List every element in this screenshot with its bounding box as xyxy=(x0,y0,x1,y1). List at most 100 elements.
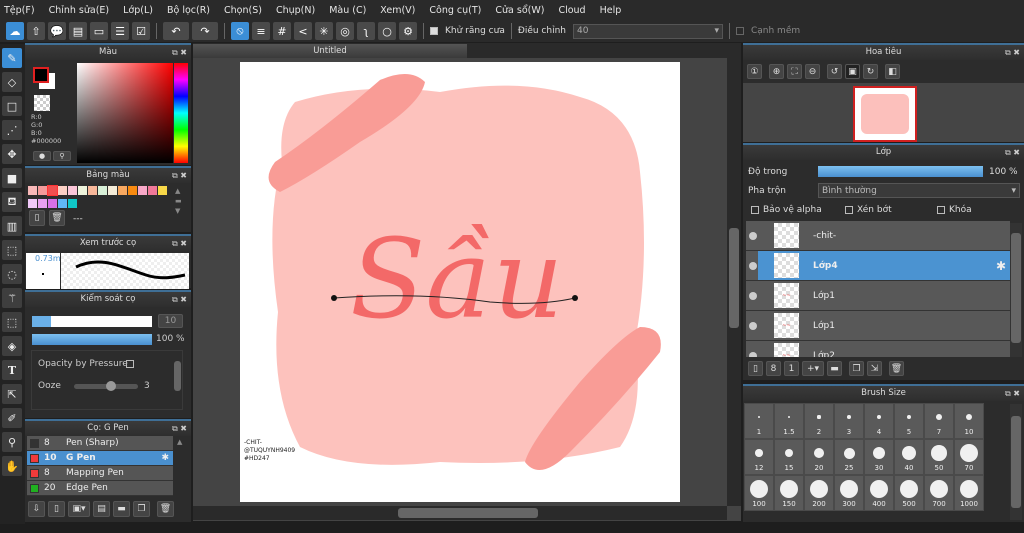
blend-mode-select[interactable]: Bình thường ▾ xyxy=(818,183,1020,198)
gear-icon[interactable]: ✱ xyxy=(996,259,1006,273)
visibility-icon[interactable] xyxy=(749,231,757,240)
menu-item[interactable]: Cloud xyxy=(558,5,585,16)
ooze-slider[interactable] xyxy=(74,381,138,391)
brush-item[interactable]: 10 G Pen ✱ xyxy=(27,451,173,466)
ooze-handle[interactable] xyxy=(106,381,116,391)
palette-swatch[interactable] xyxy=(48,199,57,208)
actual-size-icon[interactable]: ① xyxy=(747,64,762,79)
fill-rect-tool-icon[interactable]: ■ xyxy=(2,168,22,188)
soft-edge-checkbox[interactable] xyxy=(735,27,744,35)
float-close-icon[interactable]: ⧉ ✖ xyxy=(172,45,187,60)
brush-size-option[interactable]: 5 xyxy=(894,403,924,439)
ellipse-snap-icon[interactable]: ○ xyxy=(378,22,396,40)
horizontal-scrollbar[interactable] xyxy=(193,506,727,520)
shape-tool-icon[interactable]: □ xyxy=(2,96,22,116)
undo-icon[interactable]: ↶ xyxy=(163,22,189,40)
menu-item[interactable]: Xem(V) xyxy=(380,5,415,16)
brush-size-option[interactable]: 300 xyxy=(834,475,864,511)
palette-swatch[interactable] xyxy=(108,186,117,195)
opacity-by-pressure-checkbox[interactable] xyxy=(126,360,134,368)
gear-icon[interactable]: ✱ xyxy=(161,453,169,463)
layer-opacity-slider[interactable] xyxy=(818,166,983,177)
brush-size-option[interactable]: 500 xyxy=(894,475,924,511)
correction-select[interactable]: 40 ▾ xyxy=(572,23,723,39)
new-8bit-layer-icon[interactable]: 8 xyxy=(766,361,781,376)
layer-item[interactable]: -chit- xyxy=(746,221,1010,251)
duplicate-layer-icon[interactable]: ❐ xyxy=(849,361,864,376)
clipping-checkbox[interactable] xyxy=(845,205,853,214)
palette-swatch[interactable] xyxy=(38,186,47,195)
palette-swatch[interactable] xyxy=(148,186,157,195)
brush-size-option[interactable]: 1 xyxy=(744,403,774,439)
brush-size-option[interactable]: 1.5 xyxy=(774,403,804,439)
tab-untitled[interactable]: Untitled xyxy=(193,44,467,58)
brush-size-option[interactable]: 400 xyxy=(864,475,894,511)
eraser-tool-icon[interactable]: ◇ xyxy=(2,72,22,92)
float-close-icon[interactable]: ⧉ ✖ xyxy=(172,236,187,251)
delete-layer-icon[interactable]: 🗑 xyxy=(889,361,904,376)
list-icon[interactable]: ☰ xyxy=(111,22,129,40)
layer-scrollbar[interactable] xyxy=(1010,223,1022,357)
reset-rotation-icon[interactable]: ▣ xyxy=(845,64,860,79)
rotate-right-icon[interactable]: ↻ xyxy=(863,64,878,79)
layer-item[interactable]: ~~ Lớp1 xyxy=(746,311,1010,341)
brush-size-option[interactable]: 100 xyxy=(744,475,774,511)
palette-swatch[interactable] xyxy=(28,199,37,208)
brush-size-option[interactable]: 700 xyxy=(924,475,954,511)
layer-item[interactable]: ~~ Lớp2 xyxy=(746,341,1010,357)
add-layer-menu-icon[interactable]: +▾ xyxy=(802,361,824,376)
brush-size-option[interactable]: 25 xyxy=(834,439,864,475)
brush-tool-icon[interactable]: ✎ xyxy=(2,48,22,68)
brush-list-scrollbar[interactable]: ▲ xyxy=(177,438,187,498)
hand-tool-icon[interactable]: ✋ xyxy=(2,456,22,476)
palette-swatch[interactable] xyxy=(68,199,77,208)
brush-size-option[interactable]: 3 xyxy=(834,403,864,439)
layer-item[interactable]: Lớp4 ✱ xyxy=(746,251,1010,281)
brush-size-option[interactable]: 20 xyxy=(804,439,834,475)
brush-size-option[interactable]: 12 xyxy=(744,439,774,475)
foreground-color[interactable] xyxy=(33,67,49,83)
layer-item[interactable]: ~~ Lớp1 xyxy=(746,281,1010,311)
perspective-snap-icon[interactable]: < xyxy=(294,22,312,40)
brush-item[interactable]: 8 Mapping Pen xyxy=(27,466,173,481)
visibility-icon[interactable] xyxy=(749,291,757,300)
move-tool-icon[interactable]: ✥ xyxy=(2,144,22,164)
new-palette-icon[interactable]: ▯ xyxy=(29,210,45,226)
vertical-scrollbar[interactable] xyxy=(727,58,741,506)
float-close-icon[interactable]: ⧉ ✖ xyxy=(172,292,187,307)
menu-item[interactable]: Cửa sổ(W) xyxy=(495,5,544,16)
brush-item[interactable]: 20 Edge Pen xyxy=(27,481,173,496)
brush-opacity-slider[interactable] xyxy=(32,334,152,345)
menu-item[interactable]: Bộ lọc(R) xyxy=(167,5,210,16)
lock-option[interactable]: Khóa xyxy=(937,205,972,215)
flip-icon[interactable]: ◧ xyxy=(885,64,900,79)
menu-item[interactable]: Chỉnh sửa(E) xyxy=(49,5,110,16)
palette-swatch[interactable] xyxy=(58,186,67,195)
float-close-icon[interactable]: ⧉ ✖ xyxy=(1005,386,1020,401)
palette-swatch[interactable] xyxy=(138,186,147,195)
radial-snap-icon[interactable]: ✳ xyxy=(315,22,333,40)
lock-checkbox[interactable] xyxy=(937,205,945,214)
transparent-color[interactable] xyxy=(34,95,50,111)
new-brush-icon[interactable]: ▯ xyxy=(48,501,65,517)
brush-size-option[interactable]: 50 xyxy=(924,439,954,475)
visibility-icon[interactable] xyxy=(749,261,757,270)
brush-size-option[interactable]: 200 xyxy=(804,475,834,511)
magic-wand-tool-icon[interactable]: ⚚ xyxy=(2,288,22,308)
share-icon[interactable]: ⇧ xyxy=(27,22,45,40)
settings-scrollbar[interactable] xyxy=(174,361,181,391)
zoom-out-icon[interactable]: ⊖ xyxy=(805,64,820,79)
palette-swatch[interactable] xyxy=(158,186,167,195)
select-pen-tool-icon[interactable]: ⬚ xyxy=(2,312,22,332)
brush-size-option[interactable]: 1000 xyxy=(954,475,984,511)
gradient-tool-icon[interactable]: ▥ xyxy=(2,216,22,236)
add-brush-icon[interactable]: ▣▾ xyxy=(68,501,90,517)
float-close-icon[interactable]: ⧉ ✖ xyxy=(1005,145,1020,160)
vertical-scroll-thumb[interactable] xyxy=(729,228,739,328)
canvas[interactable]: Sầu -CHIT- @TUQUYNH9409 #HD247 xyxy=(240,62,680,502)
delete-palette-icon[interactable]: 🗑 xyxy=(49,210,65,226)
new-layer-icon[interactable]: ▯ xyxy=(748,361,763,376)
brush-size-option[interactable]: 150 xyxy=(774,475,804,511)
fit-icon[interactable]: ⛶ xyxy=(787,64,802,79)
brush-size-option[interactable]: 30 xyxy=(864,439,894,475)
